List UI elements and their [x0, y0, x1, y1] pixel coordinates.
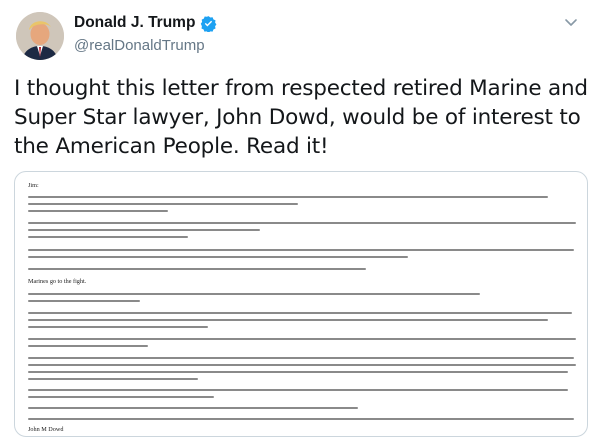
letter-text-line: [28, 312, 572, 314]
name-row: Donald J. Trump: [74, 14, 217, 32]
letter-text-line: [28, 268, 366, 270]
verified-badge-icon: [201, 15, 217, 32]
letter-text-line: [28, 210, 168, 212]
letter-text-line: [28, 418, 574, 420]
avatar-image: [16, 12, 64, 60]
letter-text-line: [28, 407, 358, 409]
letter-text-line: [28, 378, 198, 380]
letter-text-line: [28, 229, 260, 231]
letter-text-line: [28, 249, 574, 251]
letter-fight-line: Marines go to the fight.: [28, 278, 87, 285]
chevron-down-icon[interactable]: [563, 14, 579, 30]
avatar[interactable]: [16, 12, 64, 60]
tweet-text: I thought this letter from respected ret…: [14, 76, 588, 159]
letter-text-line: [28, 345, 148, 347]
letter-text-line: [28, 256, 408, 258]
display-name[interactable]: Donald J. Trump: [74, 14, 195, 32]
letter-signature: John M Dowd: [28, 426, 64, 433]
letter-text-line: [28, 196, 548, 198]
letter-text-line: [28, 300, 140, 302]
letter-image[interactable]: Jim: Marines go to the fight. John M Dow…: [14, 171, 588, 437]
letter-text-line: [28, 371, 568, 373]
letter-text-line: [28, 396, 214, 398]
letter-text-line: [28, 357, 574, 359]
letter-text-line: [28, 338, 576, 340]
letter-text-line: [28, 203, 298, 205]
letter-text-line: [28, 319, 548, 321]
letter-text-line: [28, 293, 480, 295]
letter-text-line: [28, 222, 576, 224]
letter-salutation: Jim:: [28, 182, 39, 189]
letter-text-line: [28, 326, 208, 328]
letter-text-line: [28, 389, 568, 391]
letter-text-line: [28, 236, 188, 238]
letter-text-line: [28, 364, 576, 366]
handle[interactable]: @realDonaldTrump: [74, 37, 205, 54]
